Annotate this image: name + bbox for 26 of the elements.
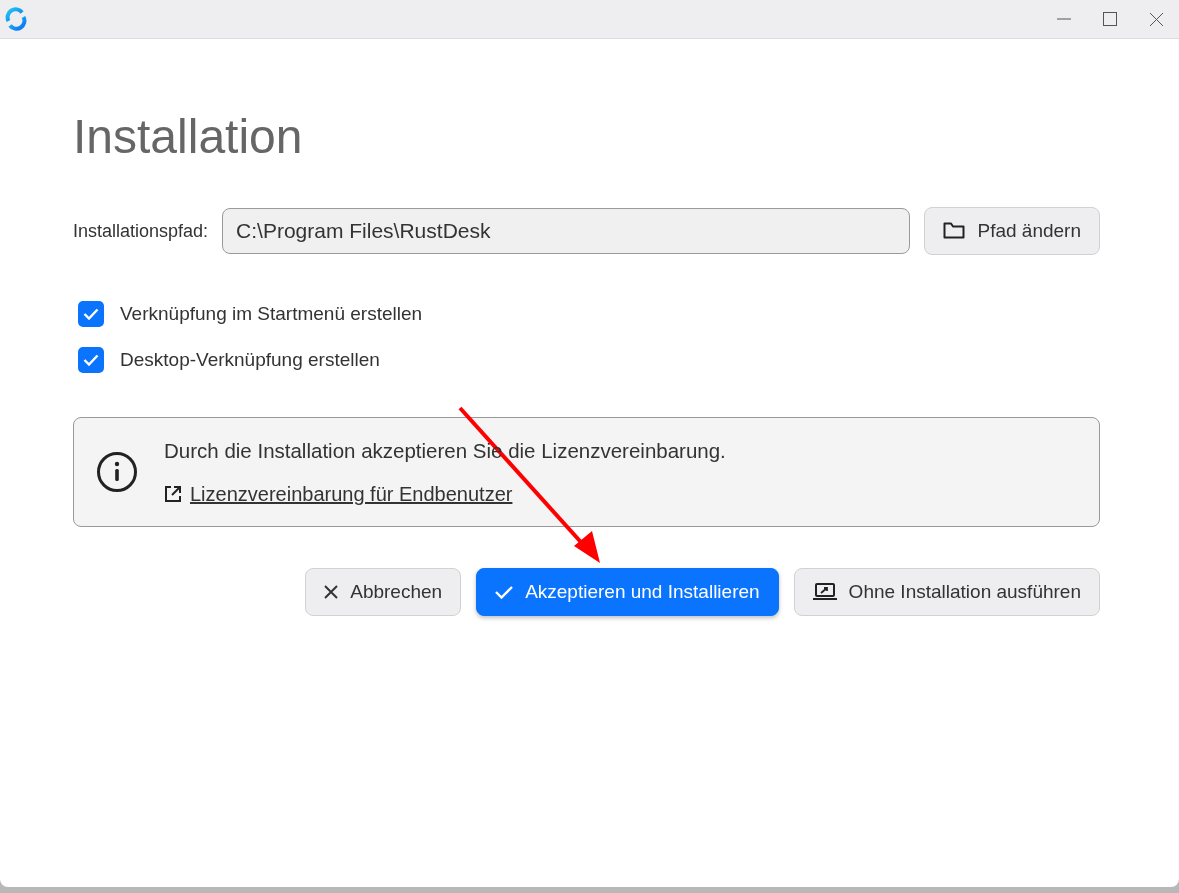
checkbox[interactable] (78, 301, 104, 327)
option-label: Verknüpfung im Startmenü erstellen (120, 303, 423, 325)
checkbox[interactable] (78, 347, 104, 373)
cancel-button[interactable]: Abbrechen (305, 568, 462, 616)
option-checkbox[interactable]: Desktop-Verknüpfung erstellen (73, 347, 1100, 373)
folder-icon (943, 222, 966, 240)
maximize-icon (1103, 12, 1117, 26)
external-link-icon (164, 485, 182, 503)
run-button[interactable]: Ohne Installation ausführen (793, 568, 1100, 616)
logo-icon (4, 7, 28, 31)
check-icon (83, 354, 99, 366)
close-icon (324, 585, 339, 599)
page-title: Installation (73, 109, 304, 165)
laptop-icon (812, 583, 837, 601)
minimize-icon (1057, 18, 1071, 20)
path-label: Installationspfad: (73, 220, 209, 242)
change-path-button[interactable]: Pfad ändern (924, 207, 1100, 255)
option-label: Desktop-Verknüpfung erstellen (120, 349, 380, 371)
install-button[interactable]: Akzeptieren und Installieren (476, 568, 779, 616)
path-field[interactable]: C:\Program Files\RustDesk (222, 208, 911, 254)
option-checkbox[interactable]: Verknüpfung im Startmenü erstellen (73, 301, 1100, 327)
info-icon (96, 451, 138, 493)
check-icon (495, 585, 514, 599)
close-icon (1149, 12, 1163, 26)
license-link[interactable]: Lizenzvereinbarung für Endbenutzer (164, 482, 726, 506)
check-icon (83, 308, 99, 320)
